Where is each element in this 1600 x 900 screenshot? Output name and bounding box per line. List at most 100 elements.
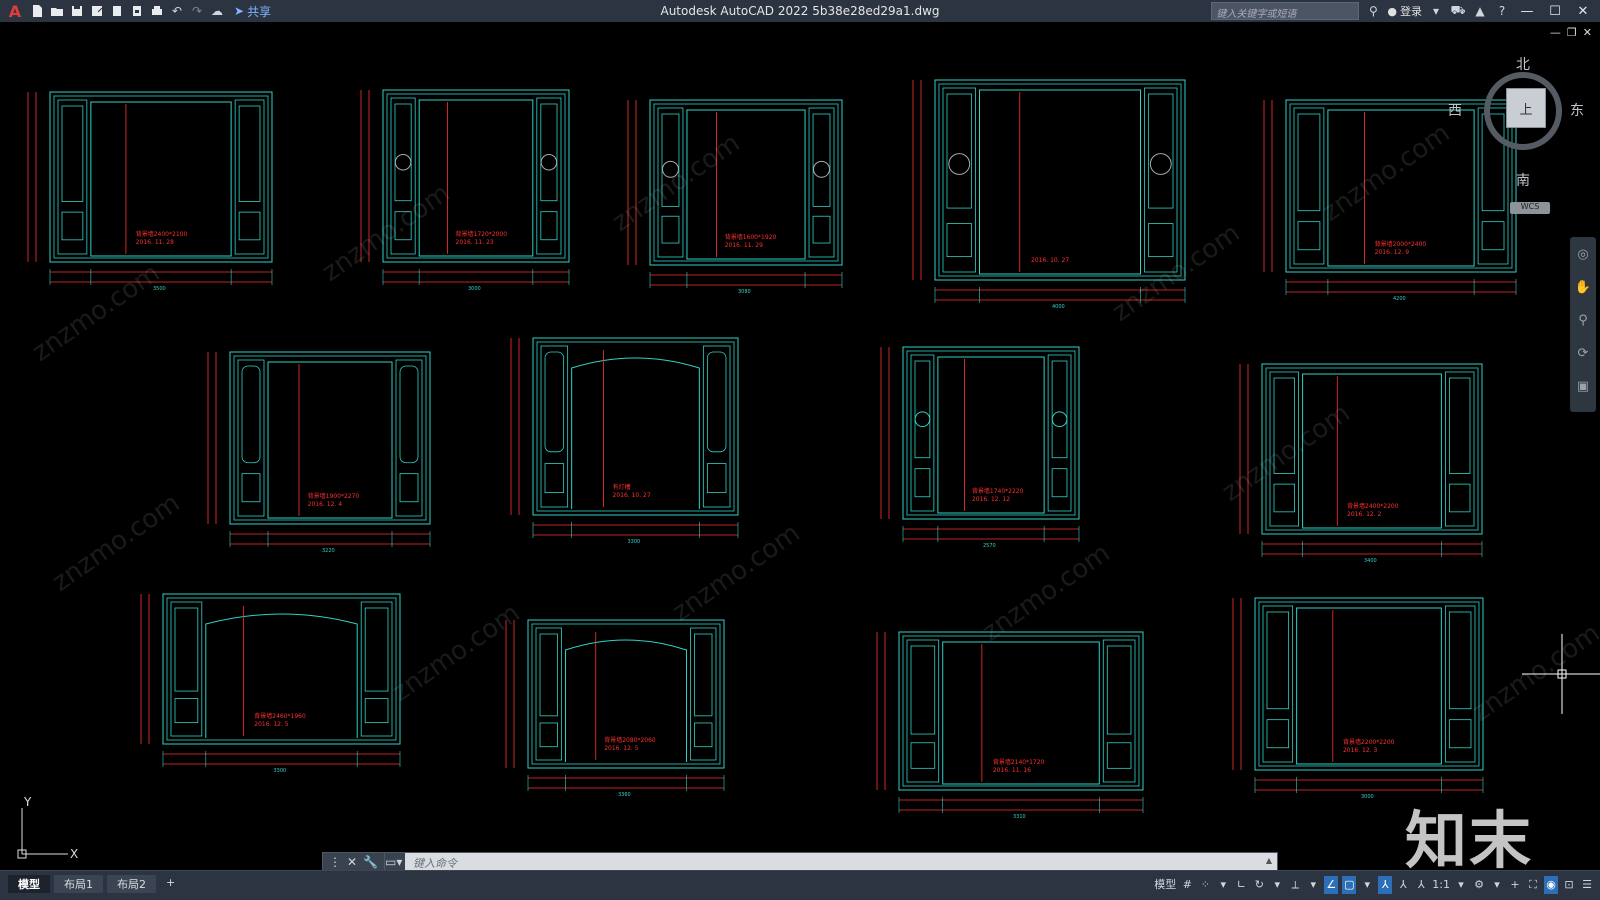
search-input[interactable]: 键入关键字或短语 xyxy=(1211,2,1360,20)
user-icon: ● xyxy=(1387,4,1397,18)
add-layout-icon[interactable]: + xyxy=(160,875,181,893)
object-snap-icon[interactable]: ▢ xyxy=(1342,876,1357,894)
share-button[interactable]: ➤ 共享 xyxy=(234,3,271,20)
watermark-text: znzmo.com xyxy=(387,598,526,708)
open-icon[interactable] xyxy=(48,2,66,20)
viewcube-east-label[interactable]: 东 xyxy=(1570,100,1584,120)
maximize-button[interactable]: ☐ xyxy=(1544,4,1566,19)
viewcube-west-label[interactable]: 西 xyxy=(1448,100,1462,120)
viewcube-south-label[interactable]: 南 xyxy=(1516,170,1530,190)
annotation-scale-value[interactable]: 1:1 xyxy=(1432,876,1450,894)
chevron-down-icon[interactable]: ▾ xyxy=(1490,876,1504,894)
recent-commands-icon[interactable]: ▭▾ xyxy=(385,855,402,869)
customize-icon[interactable]: 🔧 xyxy=(363,855,378,869)
chevron-up-icon[interactable]: ▲ xyxy=(1261,853,1277,871)
wcs-menu[interactable]: WCS xyxy=(1510,202,1550,214)
plus-icon[interactable]: + xyxy=(1508,876,1522,894)
watermark-text: znzmo.com xyxy=(47,488,186,598)
drawing-label: 背景墙1600*1920 xyxy=(725,233,777,241)
chevron-down-icon[interactable]: ▾ xyxy=(1270,876,1284,894)
clean-screen-icon[interactable]: ⊡ xyxy=(1562,876,1576,894)
model-space-button[interactable]: 模型 xyxy=(1154,876,1176,894)
saveas-icon[interactable] xyxy=(88,2,106,20)
ortho-icon[interactable]: ∟ xyxy=(1234,876,1248,894)
drawing-date: 2016. 11. 29 xyxy=(725,242,763,249)
tab-layout1[interactable]: 布局1 xyxy=(54,875,103,893)
plot-icon[interactable] xyxy=(148,2,166,20)
open-web-icon[interactable] xyxy=(108,2,126,20)
drawing-date: 2016. 12. 5 xyxy=(254,721,289,728)
ucs-icon: Y X xyxy=(17,795,78,861)
help-icon[interactable]: ? xyxy=(1494,4,1510,18)
chevron-down-icon[interactable]: ▾ xyxy=(1360,876,1374,894)
chevron-down-icon[interactable]: ▾ xyxy=(1306,876,1320,894)
undo-icon[interactable]: ↶ xyxy=(168,2,186,20)
zoom-icon[interactable]: ⚲ xyxy=(1578,313,1588,328)
watermark-text: znzmo.com xyxy=(27,258,166,368)
tab-model[interactable]: 模型 xyxy=(8,875,50,893)
autodesk-a360-icon[interactable]: ▲ xyxy=(1472,4,1488,18)
overall-width-dimension: 4000 xyxy=(1052,304,1065,310)
overall-width-dimension: 3220 xyxy=(322,548,335,554)
minimize-button[interactable]: — xyxy=(1516,4,1538,19)
share-label: 共享 xyxy=(247,4,272,19)
showmotion-icon[interactable]: ▣ xyxy=(1577,379,1589,394)
auto-scale-icon[interactable]: ⅄ xyxy=(1396,876,1410,894)
drawing-label: 背景墙2200*2200 xyxy=(1343,738,1395,746)
gear-icon[interactable]: ⚙ xyxy=(1472,876,1486,894)
close-icon[interactable]: ✕ xyxy=(347,855,357,869)
chevron-down-icon[interactable]: ▾ xyxy=(1216,876,1230,894)
elevation-drawing: 背景墙2460*19602016. 12. 5 3300 xyxy=(140,593,401,774)
tab-layout2[interactable]: 布局2 xyxy=(107,875,156,893)
login-button[interactable]: ● 登录 xyxy=(1387,3,1422,19)
steering-wheel-icon[interactable]: ◎ xyxy=(1577,247,1588,262)
pan-icon[interactable]: ✋ xyxy=(1575,280,1591,295)
viewport-restore-button[interactable]: ❐ xyxy=(1567,26,1577,39)
drawing-date: 2016. 12. 9 xyxy=(1375,249,1410,256)
save-icon[interactable] xyxy=(68,2,86,20)
drawing-label: 背景墙2400*2200 xyxy=(1347,502,1399,510)
autocad-logo-icon[interactable]: A xyxy=(4,1,26,21)
isodraft-icon[interactable]: ⟂ xyxy=(1288,876,1302,894)
isolate-objects-icon[interactable]: ⛶ xyxy=(1526,876,1540,894)
elevation-drawing: 背景墙1900*22702016. 12. 4 3220 xyxy=(207,351,431,554)
annotation-visibility-icon[interactable]: ⅄ xyxy=(1378,876,1393,894)
new-icon[interactable] xyxy=(28,2,46,20)
hardware-acceleration-icon[interactable]: ◉ xyxy=(1544,876,1558,894)
grid-icon[interactable]: # xyxy=(1180,876,1194,894)
drawing-label: 背景墙1720*2000 xyxy=(456,230,508,238)
viewcube-top-face[interactable]: 上 xyxy=(1506,88,1546,128)
drawing-canvas[interactable]: 背景墙2400*2100 2016. 11. 28 3500 背景墙1720*2000… xyxy=(0,22,1600,896)
grip-icon[interactable]: ⋮ xyxy=(329,855,341,869)
drawing-label: 背景墙2080*2060 xyxy=(604,736,656,744)
status-bar: 模型 布局1 布局2 + 模型 # ⁘ ▾ ∟ ↻ ▾ ⟂ ▾ ∠ ▢ ▾ ⅄ … xyxy=(0,870,1600,900)
login-label: 登录 xyxy=(1400,5,1422,18)
cart-icon[interactable]: ⛟ xyxy=(1450,3,1466,19)
chevron-down-icon[interactable]: ▾ xyxy=(1454,876,1468,894)
object-snap-tracking-icon[interactable]: ∠ xyxy=(1324,876,1339,894)
drawing-label: 背景墙2140*1720 xyxy=(993,758,1045,766)
annotation-scale-icon[interactable]: ⅄ xyxy=(1414,876,1428,894)
workspace-icon[interactable]: ☁ xyxy=(208,2,226,20)
customize-menu-icon[interactable]: ☰ xyxy=(1580,876,1594,894)
quick-access-toolbar: A ↶ ↷ ☁ ➤ 共享 xyxy=(0,0,271,22)
drawing-label: 有灯槽 xyxy=(613,483,631,491)
polar-icon[interactable]: ↻ xyxy=(1252,876,1266,894)
drawing-date: 2016. 12. 2 xyxy=(1347,511,1382,518)
viewcube-north-label[interactable]: 北 xyxy=(1516,54,1530,74)
redo-icon[interactable]: ↷ xyxy=(188,2,206,20)
viewport-minimize-button[interactable]: — xyxy=(1550,26,1561,39)
layout-tabs: 模型 布局1 布局2 + xyxy=(8,875,181,893)
snap-icon[interactable]: ⁘ xyxy=(1198,876,1212,894)
viewcube[interactable]: 上 北 南 西 东 WCS xyxy=(1448,52,1584,214)
orbit-icon[interactable]: ⟳ xyxy=(1578,346,1589,361)
close-button[interactable]: ✕ xyxy=(1572,4,1594,19)
viewport-close-button[interactable]: ✕ xyxy=(1583,26,1592,39)
save-web-icon[interactable] xyxy=(128,2,146,20)
command-input[interactable]: 键入命令 xyxy=(405,853,1261,871)
elevation-drawing: 背景墙2200*22002016. 12. 3 3000 xyxy=(1232,597,1484,800)
overall-width-dimension: 3400 xyxy=(1364,558,1377,564)
search-icon[interactable]: ⚲ xyxy=(1365,4,1381,18)
chevron-down-icon[interactable]: ▾ xyxy=(1428,4,1444,18)
command-line: ⋮ ✕ 🔧 ▭▾ 键入命令 ▲ xyxy=(322,852,1278,872)
